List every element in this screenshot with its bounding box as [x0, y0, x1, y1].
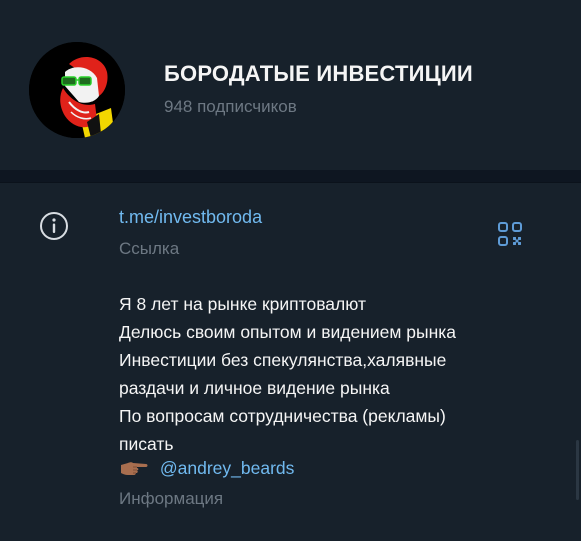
- channel-title: БОРОДАТЫЕ ИНВЕСТИЦИИ: [164, 61, 473, 86]
- description-line: Делюсь своим опытом и видением рынка: [119, 322, 457, 342]
- section-divider: [0, 170, 581, 182]
- mention-row: @andrey_beards: [119, 457, 294, 481]
- info-icon: [40, 212, 68, 240]
- channel-header: БОРОДАТЫЕ ИНВЕСТИЦИИ 948 подписчиков: [0, 0, 581, 170]
- channel-avatar[interactable]: [29, 42, 125, 138]
- qr-code-icon[interactable]: [497, 221, 523, 247]
- subscriber-count: 948 подписчиков: [164, 97, 297, 116]
- channel-link[interactable]: t.me/investboroda: [119, 207, 262, 228]
- scrollbar[interactable]: [576, 440, 579, 500]
- link-caption: Ссылка: [119, 239, 180, 258]
- description-line: Инвестиции без спекулянства,халявные: [119, 350, 447, 370]
- description-line: раздачи и личное видение рынка: [119, 378, 390, 398]
- bearded-man-avatar-icon: [29, 42, 125, 138]
- mention-link[interactable]: @andrey_beards: [160, 458, 295, 478]
- description-line: писать: [119, 434, 174, 454]
- info-caption: Информация: [119, 489, 224, 508]
- description-line: По вопросам сотрудничества (рекламы): [119, 406, 446, 426]
- pointing-right-hand-icon: [121, 462, 148, 476]
- channel-description: Я 8 лет на рынке криптовалют Делюсь свои…: [119, 290, 549, 458]
- description-line: Я 8 лет на рынке криптовалют: [119, 294, 367, 314]
- section-divider-line: [0, 182, 581, 183]
